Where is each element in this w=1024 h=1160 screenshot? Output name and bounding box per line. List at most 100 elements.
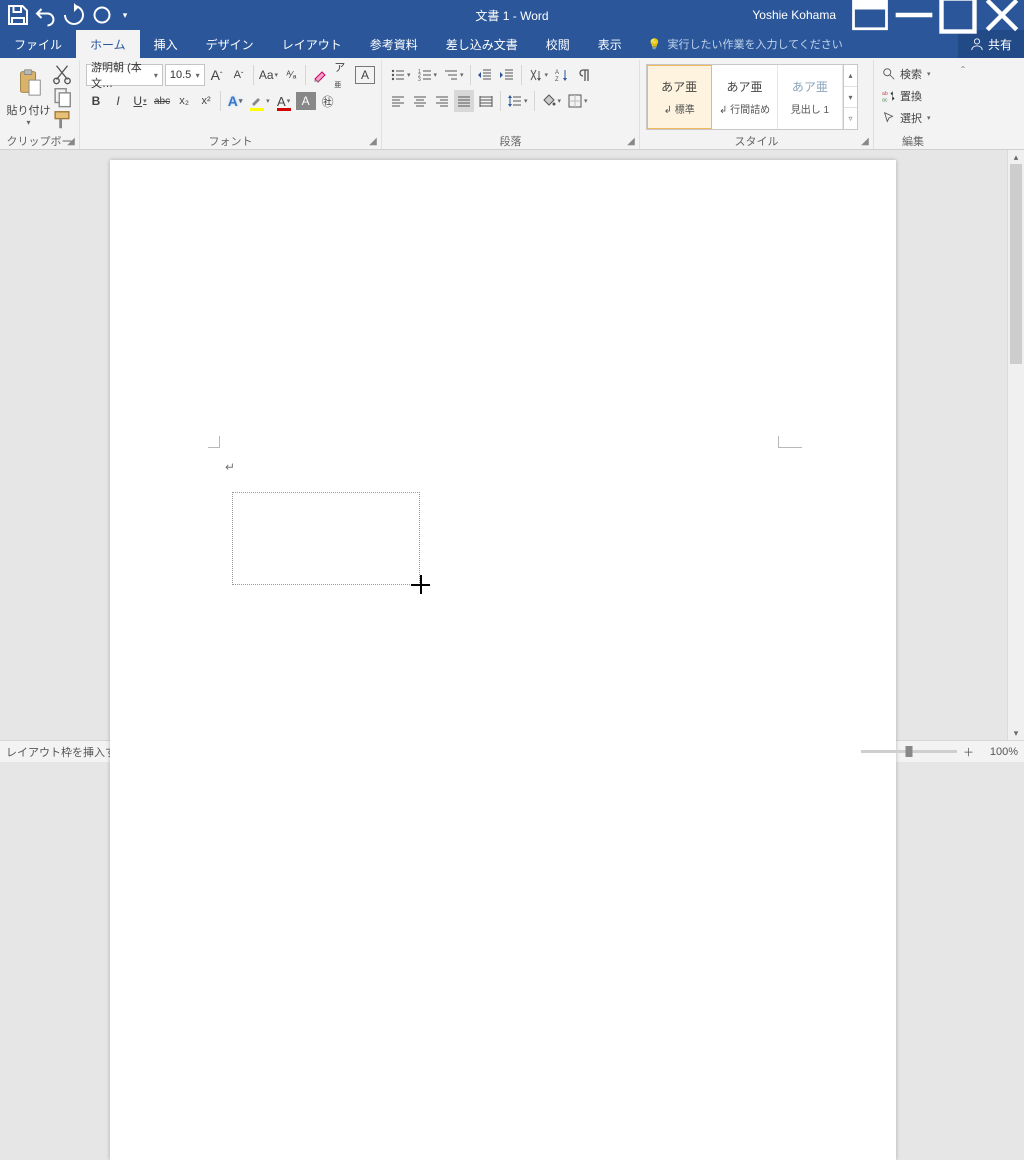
styles-gallery[interactable]: あア亜 ↲ 標準 あア亜 ↲ 行間詰め あア亜 見出し 1 ▴ ▾ ▿ — [646, 64, 858, 130]
tab-mailings[interactable]: 差し込み文書 — [432, 30, 532, 58]
gallery-down[interactable]: ▾ — [844, 87, 857, 109]
superscript-button[interactable]: x² — [196, 90, 216, 112]
style-normal[interactable]: あア亜 ↲ 標準 — [647, 65, 712, 129]
select-button[interactable]: 選択▾ — [880, 108, 946, 128]
window-title: 文書 1 - Word — [475, 7, 548, 24]
insert-frame-drag-rect — [232, 492, 420, 585]
minimize-button[interactable] — [892, 0, 936, 30]
dec-indent-button[interactable] — [475, 64, 495, 86]
close-button[interactable] — [980, 0, 1024, 30]
numbering-button[interactable]: 123▾ — [415, 64, 440, 86]
show-marks-button[interactable] — [574, 64, 594, 86]
replace-icon: abac — [882, 89, 896, 103]
phonetic-guide-button[interactable]: ア亜 — [332, 64, 353, 86]
shading-button[interactable]: ▾ — [539, 90, 564, 112]
replace-button[interactable]: abac置換 — [880, 86, 946, 106]
undo-button[interactable] — [34, 3, 58, 27]
maximize-button[interactable] — [936, 0, 980, 30]
tab-view[interactable]: 表示 — [584, 30, 636, 58]
tab-layout[interactable]: レイアウト — [268, 30, 356, 58]
group-paragraph: ▾ 123▾ ▾ ▾ AZ ▾ ▾ ▾ — [382, 60, 640, 149]
document-area[interactable]: ↵ ▴ ▾ — [0, 150, 1024, 740]
align-left-button[interactable] — [388, 90, 408, 112]
sort-button[interactable]: AZ — [552, 64, 572, 86]
clear-format-button[interactable] — [310, 64, 330, 86]
enclosed-char-button[interactable]: ㊓ — [318, 90, 338, 112]
borders-button[interactable]: ▾ — [565, 90, 590, 112]
style-heading1[interactable]: あア亜 見出し 1 — [778, 65, 843, 129]
styles-dialog-launcher[interactable]: ◢ — [859, 135, 871, 147]
svg-text:3: 3 — [418, 77, 421, 83]
bold-button[interactable]: B — [86, 90, 106, 112]
gallery-more[interactable]: ▿ — [844, 108, 857, 129]
inc-indent-button[interactable] — [497, 64, 517, 86]
ruby-button[interactable]: ᴬ⁄ₐ — [281, 64, 301, 86]
group-label-font: フォント — [86, 131, 375, 149]
font-name-combo[interactable]: 游明朝 (本文…▾ — [86, 64, 163, 86]
asian-sort-button[interactable]: ▾ — [526, 64, 551, 86]
align-right-button[interactable] — [432, 90, 452, 112]
qat-customize-button[interactable]: ▾ — [118, 3, 132, 27]
clipboard-dialog-launcher[interactable]: ◢ — [65, 135, 77, 147]
line-spacing-button[interactable]: ▾ — [505, 90, 530, 112]
collapse-ribbon-button[interactable]: ˆ — [952, 60, 974, 149]
tab-insert[interactable]: 挿入 — [140, 30, 192, 58]
share-label: 共有 — [988, 36, 1012, 53]
strike-button[interactable]: abc — [152, 90, 172, 112]
tab-review[interactable]: 校閲 — [532, 30, 584, 58]
tab-file[interactable]: ファイル — [0, 30, 76, 58]
save-button[interactable] — [6, 3, 30, 27]
page — [110, 160, 896, 1160]
scroll-down-button[interactable]: ▾ — [1008, 726, 1024, 740]
char-border-button[interactable]: A — [355, 66, 375, 84]
italic-button[interactable]: I — [108, 90, 128, 112]
title-bar: ▾ 文書 1 - Word Yoshie Kohama — [0, 0, 1024, 30]
font-dialog-launcher[interactable]: ◢ — [367, 135, 379, 147]
copy-button[interactable] — [51, 88, 73, 106]
tab-references[interactable]: 参考資料 — [356, 30, 432, 58]
highlight-button[interactable]: ▾ — [247, 90, 272, 112]
ribbon-display-button[interactable] — [848, 0, 892, 30]
paste-label: 貼り付け — [7, 100, 51, 118]
group-clipboard: 貼り付け ▾ クリップボード ◢ — [0, 60, 80, 149]
font-size-combo[interactable]: 10.5▾ — [165, 64, 205, 86]
font-name-value: 游明朝 (本文… — [91, 59, 154, 91]
redo-button[interactable] — [62, 3, 86, 27]
multilevel-button[interactable]: ▾ — [441, 64, 466, 86]
zoom-level[interactable]: 100% — [980, 746, 1018, 758]
margin-corner-tr — [778, 436, 802, 448]
shrink-font-button[interactable]: Aˇ — [229, 64, 249, 86]
justify-button[interactable] — [454, 90, 474, 112]
vertical-scrollbar[interactable]: ▴ ▾ — [1007, 150, 1024, 740]
person-icon — [970, 37, 984, 51]
paragraph-dialog-launcher[interactable]: ◢ — [625, 135, 637, 147]
format-painter-button[interactable] — [51, 111, 73, 129]
scroll-up-button[interactable]: ▴ — [1008, 150, 1024, 164]
style-nospace[interactable]: あア亜 ↲ 行間詰め — [712, 65, 777, 129]
underline-button[interactable]: U▾ — [130, 90, 150, 112]
qat-circle-button[interactable] — [90, 3, 114, 27]
char-shading-button[interactable]: A — [296, 92, 316, 110]
cut-button[interactable] — [51, 65, 73, 83]
subscript-button[interactable]: x₂ — [174, 90, 194, 112]
margin-corner-tl — [208, 436, 220, 448]
user-name: Yoshie Kohama — [740, 8, 848, 22]
grow-font-button[interactable]: Aˆ — [207, 64, 227, 86]
change-case-button[interactable]: Aa▾ — [258, 64, 280, 86]
gallery-up[interactable]: ▴ — [844, 65, 857, 87]
group-label-paragraph: 段落 — [388, 131, 633, 149]
paste-button[interactable] — [14, 67, 44, 100]
zoom-in-button[interactable]: ＋ — [963, 744, 974, 760]
tab-design[interactable]: デザイン — [192, 30, 268, 58]
tell-me-box[interactable]: 💡 実行したい作業を入力してください — [636, 30, 855, 58]
zoom-slider[interactable] — [861, 750, 957, 753]
tab-home[interactable]: ホーム — [76, 30, 140, 58]
font-color-button[interactable]: A▾ — [274, 90, 294, 112]
find-button[interactable]: 検索▾ — [880, 64, 946, 84]
text-effects-button[interactable]: A▾ — [225, 90, 245, 112]
scroll-thumb[interactable] — [1010, 164, 1022, 364]
bullets-button[interactable]: ▾ — [388, 64, 413, 86]
align-center-button[interactable] — [410, 90, 430, 112]
distribute-button[interactable] — [476, 90, 496, 112]
group-font: 游明朝 (本文…▾ 10.5▾ Aˆ Aˇ Aa▾ ᴬ⁄ₐ ア亜 A B I U… — [80, 60, 382, 149]
